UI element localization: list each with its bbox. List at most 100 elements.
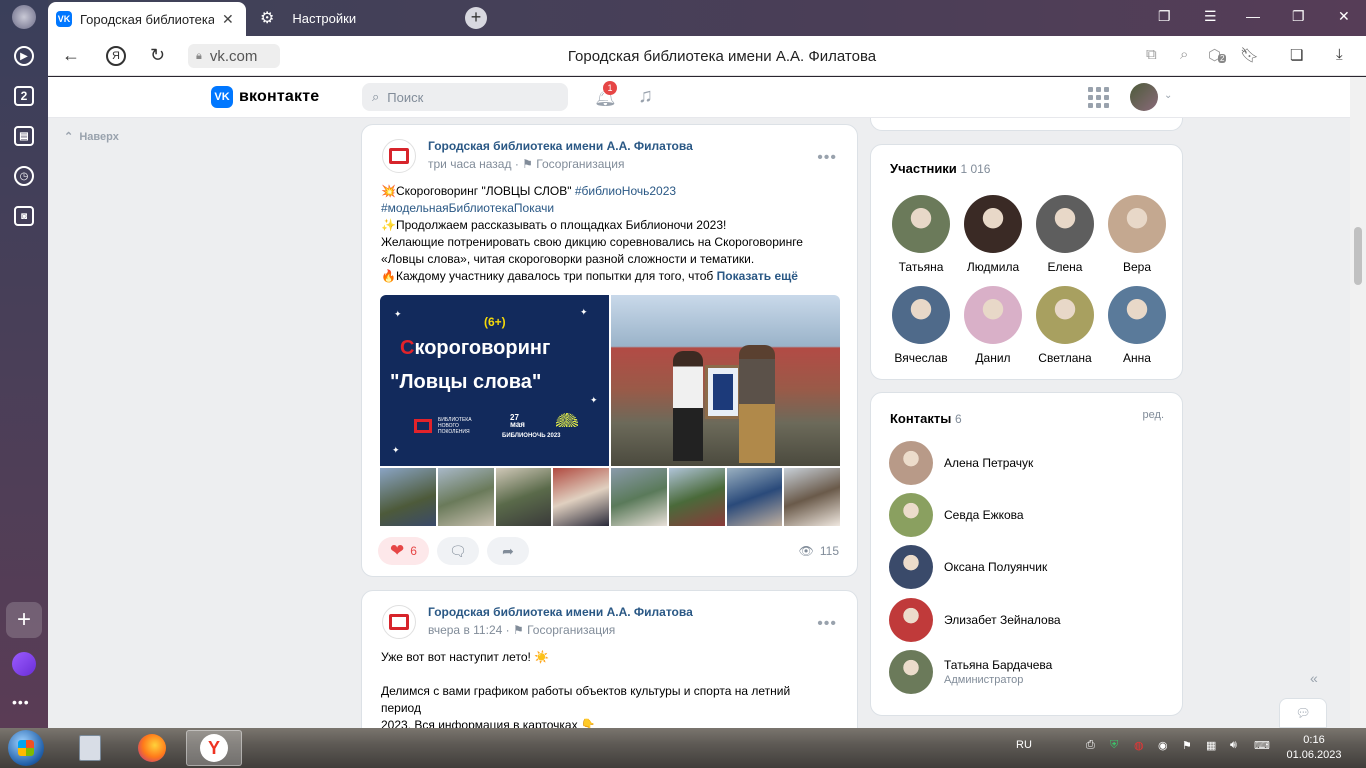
search-page-icon[interactable]: ⌕: [1180, 46, 1188, 63]
photo-thumbnail[interactable]: [668, 468, 725, 526]
photo-thumbnail[interactable]: [784, 468, 840, 526]
contact-name[interactable]: Алена Петрачук: [944, 456, 1033, 470]
page-scrollbar[interactable]: [1350, 77, 1366, 728]
close-tab-icon[interactable]: ✕: [222, 11, 234, 28]
post-menu-icon[interactable]: •••: [817, 149, 837, 167]
member-avatar[interactable]: [964, 286, 1022, 344]
contact-avatar[interactable]: [889, 493, 933, 537]
post-photo-poster[interactable]: ✦ ✦ ✦ ✦ (6+) Скороговоринг "Ловцы слова" Б…: [380, 295, 609, 466]
contact-name[interactable]: Элизабет Зейналова: [944, 613, 1061, 627]
hashtag-link[interactable]: #модельнаяБиблиотекаПокачи: [381, 201, 554, 215]
collections-button-icon[interactable]: ❏: [1290, 46, 1303, 64]
tab-settings[interactable]: ⚙ Настройки: [254, 4, 454, 32]
start-button[interactable]: [8, 730, 44, 766]
members-title[interactable]: Участники 1 016: [890, 161, 990, 176]
minimize-icon[interactable]: —: [1246, 8, 1260, 24]
alice-icon[interactable]: [12, 652, 36, 676]
yandex-browser-icon[interactable]: Y: [186, 730, 242, 766]
post-menu-icon[interactable]: •••: [817, 615, 837, 633]
tab-counter-button[interactable]: 2: [11, 83, 37, 109]
contact-avatar[interactable]: [889, 598, 933, 642]
app-tray-icon[interactable]: ◉: [1158, 739, 1168, 752]
post-photo-main[interactable]: [611, 295, 840, 466]
group-name-link[interactable]: Городская библиотека имени А.А. Филатова: [428, 139, 693, 153]
member-item[interactable]: Анна: [1101, 286, 1173, 365]
scrollbar-thumb[interactable]: [1354, 227, 1362, 285]
member-name[interactable]: Вера: [1123, 260, 1151, 274]
member-item[interactable]: Людмила: [957, 195, 1029, 274]
contact-avatar[interactable]: [889, 441, 933, 485]
photo-thumbnail[interactable]: [380, 468, 436, 526]
tab-vk[interactable]: VK Городская библиотека ✕: [48, 2, 246, 36]
close-window-icon[interactable]: ✕: [1338, 8, 1350, 25]
collapse-chats-icon[interactable]: «: [1310, 670, 1318, 686]
apps-grid-icon[interactable]: [1088, 87, 1109, 108]
screenshot-icon[interactable]: ◙: [11, 203, 37, 229]
taskbar-clock[interactable]: 0:16 01.06.2023: [1282, 733, 1346, 763]
bookmarks-panel-icon[interactable]: ❐: [1158, 8, 1171, 25]
contact-item[interactable]: Элизабет Зейналова: [889, 598, 1061, 642]
share-button[interactable]: ➦: [486, 537, 529, 565]
member-avatar[interactable]: [1036, 195, 1094, 253]
member-avatar[interactable]: [1108, 286, 1166, 344]
photo-thumbnail[interactable]: [611, 468, 667, 526]
user-avatar[interactable]: [1130, 83, 1158, 111]
show-more-link[interactable]: Показать ещё: [717, 269, 798, 283]
back-to-top-link[interactable]: ⌃ Наверх: [64, 130, 119, 143]
photo-thumbnail[interactable]: [495, 468, 552, 526]
calculator-icon[interactable]: [62, 730, 118, 766]
comment-button[interactable]: 🗨︎: [436, 537, 479, 565]
member-name[interactable]: Татьяна: [899, 260, 944, 274]
printer-icon[interactable]: ⎙: [1086, 739, 1095, 752]
member-name[interactable]: Анна: [1123, 351, 1151, 365]
collections-icon[interactable]: ▤: [11, 123, 37, 149]
media-play-icon[interactable]: ▶: [11, 43, 37, 69]
notifications-bell-icon[interactable]: 🔔︎ 1: [594, 81, 617, 108]
chevron-down-icon[interactable]: ⌄: [1164, 90, 1172, 101]
edit-contacts-link[interactable]: ред.: [1143, 409, 1164, 421]
member-item[interactable]: Татьяна: [885, 195, 957, 274]
bookmark-icon[interactable]: 🔖︎: [1240, 46, 1259, 64]
vk-logo[interactable]: VK вконтакте: [211, 86, 319, 108]
shield-icon[interactable]: ⛨: [1110, 739, 1118, 752]
group-avatar[interactable]: [382, 605, 416, 639]
member-item[interactable]: Вера: [1101, 195, 1173, 274]
contact-avatar[interactable]: [889, 545, 933, 589]
keyboard-icon[interactable]: ⌨: [1254, 739, 1270, 752]
new-tab-button[interactable]: +: [465, 7, 487, 29]
language-indicator[interactable]: RU: [1016, 739, 1032, 751]
contacts-title[interactable]: Контакты 6: [890, 411, 962, 426]
search-input[interactable]: [387, 89, 538, 105]
chat-button[interactable]: 💬︎: [1279, 698, 1327, 728]
group-avatar[interactable]: [382, 139, 416, 173]
member-avatar[interactable]: [892, 286, 950, 344]
restore-icon[interactable]: ❐: [1292, 8, 1305, 25]
member-avatar[interactable]: [1108, 195, 1166, 253]
post-time[interactable]: вчера в 11:24: [428, 623, 502, 637]
member-avatar[interactable]: [964, 195, 1022, 253]
ccleaner-icon[interactable]: ◍: [1134, 739, 1144, 752]
volume-icon[interactable]: 🔊︎: [1230, 739, 1237, 752]
add-panel-button[interactable]: +: [6, 602, 42, 638]
contact-item[interactable]: Севда Ежкова: [889, 493, 1024, 537]
photo-thumbnail[interactable]: [437, 468, 494, 526]
history-icon[interactable]: ◷: [11, 163, 37, 189]
contact-name[interactable]: Оксана Полуянчик: [944, 560, 1047, 574]
firefox-icon[interactable]: [124, 730, 180, 766]
translate-icon[interactable]: ⧉: [1146, 46, 1157, 63]
member-item[interactable]: Елена: [1029, 195, 1101, 274]
more-icon[interactable]: •••: [12, 694, 30, 710]
contact-avatar[interactable]: [889, 650, 933, 694]
member-avatar[interactable]: [892, 195, 950, 253]
hashtag-link[interactable]: #библиоНочь2023: [575, 184, 676, 198]
action-center-flag-icon[interactable]: ⚑: [1182, 739, 1192, 752]
member-name[interactable]: Данил: [975, 351, 1010, 365]
contact-item[interactable]: Алена Петрачук: [889, 441, 1033, 485]
menu-icon[interactable]: ☰: [1204, 8, 1217, 25]
post-time[interactable]: три часа назад: [428, 157, 511, 171]
contact-name[interactable]: Татьяна Бардачева: [944, 658, 1052, 672]
music-icon[interactable]: ♫: [638, 85, 653, 108]
profile-icon[interactable]: [11, 4, 37, 30]
download-icon[interactable]: ⤓: [1336, 46, 1343, 63]
member-name[interactable]: Елена: [1048, 260, 1083, 274]
